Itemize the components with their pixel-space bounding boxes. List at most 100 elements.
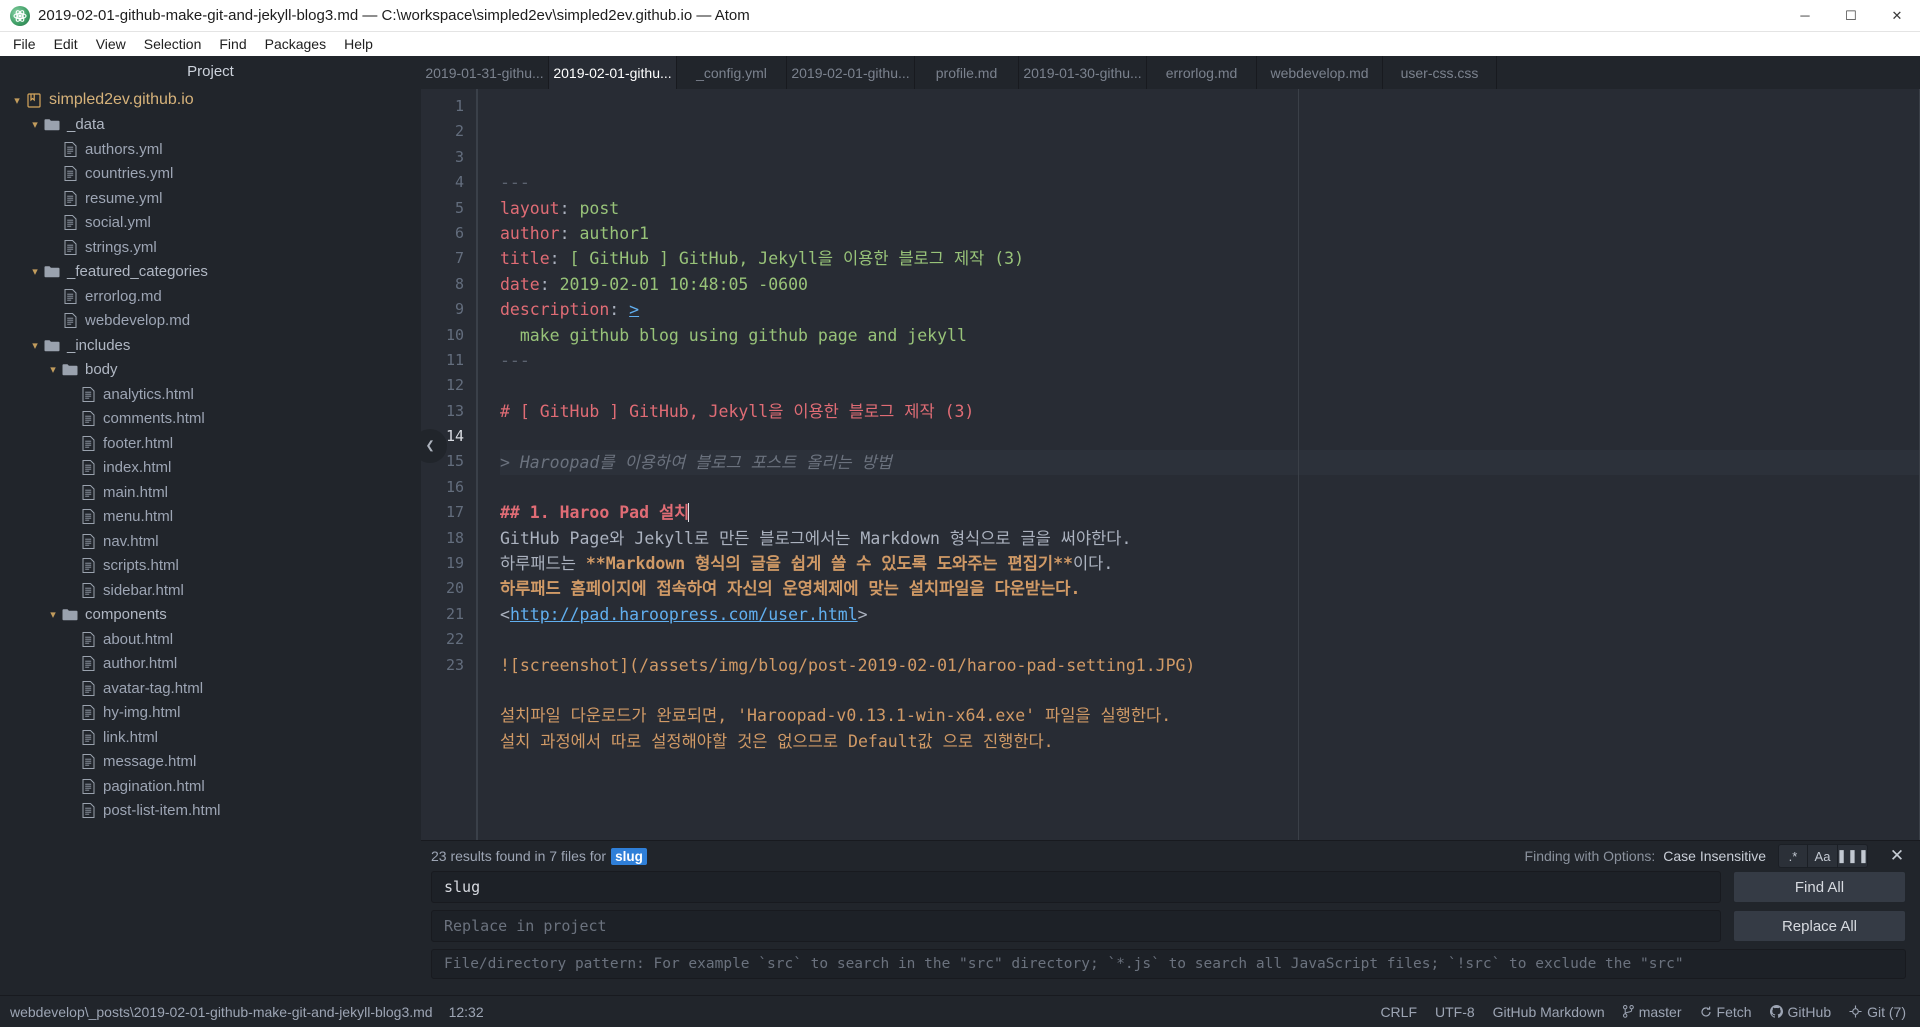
code-line[interactable]: date: 2019-02-01 10:48:05 -0600 xyxy=(500,272,1920,297)
chevron-down-icon[interactable] xyxy=(46,608,60,621)
replace-input[interactable]: Replace in project xyxy=(431,910,1721,942)
tab-6[interactable]: errorlog.md xyxy=(1147,56,1257,89)
code-line[interactable]: 하루패드는 **Markdown 형식의 글을 쉽게 쓸 수 있도록 도와주는 … xyxy=(500,551,1920,576)
minimize-button[interactable]: ─ xyxy=(1782,0,1828,32)
menu-item-file[interactable]: File xyxy=(4,34,45,54)
find-input[interactable]: slug xyxy=(431,871,1721,903)
code-line[interactable]: author: author1 xyxy=(500,221,1920,246)
chevron-down-icon[interactable] xyxy=(28,339,42,352)
menu-item-view[interactable]: View xyxy=(87,34,135,54)
close-icon[interactable]: ✕ xyxy=(1888,846,1906,866)
tree-item-comments-html[interactable]: comments.html xyxy=(0,407,421,432)
tab-1[interactable]: 2019-02-01-githu... xyxy=(549,56,677,89)
chevron-down-icon[interactable] xyxy=(28,265,42,278)
code-line[interactable]: <http://pad.haroopress.com/user.html> xyxy=(500,602,1920,627)
path-filter-input[interactable]: File/directory pattern: For example `src… xyxy=(431,949,1906,979)
code-line[interactable]: 설치 과정에서 따로 설정해야할 것은 없으므로 Default값 으로 진행한… xyxy=(500,729,1920,754)
status-fetch[interactable]: Fetch xyxy=(1700,1004,1752,1020)
status-line-ending[interactable]: CRLF xyxy=(1380,1004,1417,1020)
tree-item-analytics-html[interactable]: analytics.html xyxy=(0,382,421,407)
code-line[interactable] xyxy=(500,424,1920,449)
tab-2[interactable]: _config.yml xyxy=(677,56,787,89)
tab-0[interactable]: 2019-01-31-githu... xyxy=(421,56,549,89)
tree-item-index-html[interactable]: index.html xyxy=(0,456,421,481)
find-all-button[interactable]: Find All xyxy=(1733,871,1906,903)
code-line[interactable]: title: [ GitHub ] GitHub, Jekyll을 이용한 블로… xyxy=(500,246,1920,271)
tree-item-footer-html[interactable]: footer.html xyxy=(0,431,421,456)
tree-item-about-html[interactable]: about.html xyxy=(0,627,421,652)
regex-toggle-icon[interactable]: .* xyxy=(1778,844,1808,868)
code-line[interactable]: 하루패드 홈페이지에 접속하여 자신의 운영체제에 맞는 설치파일을 다운받는다… xyxy=(500,576,1920,601)
close-button[interactable]: ✕ xyxy=(1874,0,1920,32)
tree-item--featured-categories[interactable]: _featured_categories xyxy=(0,260,421,285)
status-github[interactable]: GitHub xyxy=(1769,1004,1831,1020)
code-line[interactable]: make github blog using github page and j… xyxy=(500,323,1920,348)
tree-item--includes[interactable]: _includes xyxy=(0,333,421,358)
code-line[interactable] xyxy=(500,475,1920,500)
tree-item-countries-yml[interactable]: countries.yml xyxy=(0,162,421,187)
tree-item-menu-html[interactable]: menu.html xyxy=(0,505,421,530)
code-line[interactable]: --- xyxy=(500,170,1920,195)
code-line[interactable]: 설치파일 다운로드가 완료되면, 'Haroopad-v0.13.1-win-x… xyxy=(500,703,1920,728)
tree-item-link-html[interactable]: link.html xyxy=(0,725,421,750)
tree-item-simpled2ev-github-io[interactable]: simpled2ev.github.io xyxy=(0,88,421,113)
replace-all-button[interactable]: Replace All xyxy=(1733,910,1906,942)
code-line[interactable] xyxy=(500,678,1920,703)
status-git[interactable]: Git (7) xyxy=(1849,1004,1906,1020)
code-line[interactable]: description: > xyxy=(500,297,1920,322)
code-line[interactable]: GitHub Page와 Jekyll로 만든 블로그에서는 Markdown … xyxy=(500,526,1920,551)
code-line[interactable]: > Haroopad를 이용하여 블로그 포스트 올리는 방법 xyxy=(500,449,1920,475)
tree-item-main-html[interactable]: main.html xyxy=(0,480,421,505)
code-line[interactable]: # [ GitHub ] GitHub, Jekyll을 이용한 블로그 제작 … xyxy=(500,399,1920,424)
tree-item-nav-html[interactable]: nav.html xyxy=(0,529,421,554)
text-editor[interactable]: 1 2 3 4 5 6 7 8 9 10 11 12 13 14 15 16 17 18 19 20 21 22 23 --… xyxy=(421,89,1920,840)
tree-item-resume-yml[interactable]: resume.yml xyxy=(0,186,421,211)
code-line[interactable]: layout: post xyxy=(500,196,1920,221)
tree-item-webdevelop-md[interactable]: webdevelop.md xyxy=(0,309,421,334)
chevron-down-icon[interactable] xyxy=(10,94,24,107)
tree-item-strings-yml[interactable]: strings.yml xyxy=(0,235,421,260)
tree-item-message-html[interactable]: message.html xyxy=(0,750,421,775)
tree-item-errorlog-md[interactable]: errorlog.md xyxy=(0,284,421,309)
tree-item-hy-img-html[interactable]: hy-img.html xyxy=(0,701,421,726)
code-line[interactable] xyxy=(500,627,1920,652)
tab-5[interactable]: 2019-01-30-githu... xyxy=(1019,56,1147,89)
tree-item-body[interactable]: body xyxy=(0,358,421,383)
chevron-down-icon[interactable] xyxy=(46,363,60,376)
tree-item--data[interactable]: _data xyxy=(0,113,421,138)
tree-item-social-yml[interactable]: social.yml xyxy=(0,211,421,236)
menu-item-find[interactable]: Find xyxy=(210,34,255,54)
maximize-button[interactable]: ☐ xyxy=(1828,0,1874,32)
status-grammar[interactable]: GitHub Markdown xyxy=(1493,1004,1605,1020)
tab-8[interactable]: user-css.css xyxy=(1383,56,1497,89)
status-encoding[interactable]: UTF-8 xyxy=(1435,1004,1475,1020)
tree-item-avatar-tag-html[interactable]: avatar-tag.html xyxy=(0,676,421,701)
tab-4[interactable]: profile.md xyxy=(915,56,1019,89)
menu-item-help[interactable]: Help xyxy=(335,34,382,54)
tree-item-post-list-item-html[interactable]: post-list-item.html xyxy=(0,799,421,824)
status-file-path[interactable]: webdevelop\_posts\2019-02-01-github-make… xyxy=(10,1004,433,1020)
project-file-tree[interactable]: simpled2ev.github.io _data authors.yml coun… xyxy=(0,86,421,995)
menu-item-selection[interactable]: Selection xyxy=(135,34,211,54)
chevron-down-icon[interactable] xyxy=(28,118,42,131)
code-line[interactable] xyxy=(500,373,1920,398)
tab-bar[interactable]: 2019-01-31-githu... 2019-02-01-githu... _c… xyxy=(421,56,1920,89)
tree-item-scripts-html[interactable]: scripts.html xyxy=(0,554,421,579)
code-line[interactable]: --- xyxy=(500,348,1920,373)
case-sensitive-toggle-icon[interactable]: Aa xyxy=(1808,844,1838,868)
status-cursor-position[interactable]: 12:32 xyxy=(449,1004,484,1020)
tree-item-author-html[interactable]: author.html xyxy=(0,652,421,677)
tree-item-authors-yml[interactable]: authors.yml xyxy=(0,137,421,162)
code-content[interactable]: --- layout: post author: author1 title: [ G… xyxy=(476,89,1920,840)
tab-3[interactable]: 2019-02-01-githu... xyxy=(787,56,915,89)
tree-item-components[interactable]: components xyxy=(0,603,421,628)
whole-word-toggle-icon[interactable]: ❚❚❚ xyxy=(1836,844,1869,868)
menu-item-packages[interactable]: Packages xyxy=(256,34,335,54)
status-branch[interactable]: master xyxy=(1622,1004,1682,1020)
tree-item-pagination-html[interactable]: pagination.html xyxy=(0,774,421,799)
tree-item-sidebar-html[interactable]: sidebar.html xyxy=(0,578,421,603)
menu-item-edit[interactable]: Edit xyxy=(45,34,87,54)
code-line[interactable]: ## 1. Haroo Pad 설치 xyxy=(500,500,1920,525)
tab-7[interactable]: webdevelop.md xyxy=(1257,56,1383,89)
code-line[interactable]: ![screenshot](/assets/img/blog/post-2019… xyxy=(500,653,1920,678)
